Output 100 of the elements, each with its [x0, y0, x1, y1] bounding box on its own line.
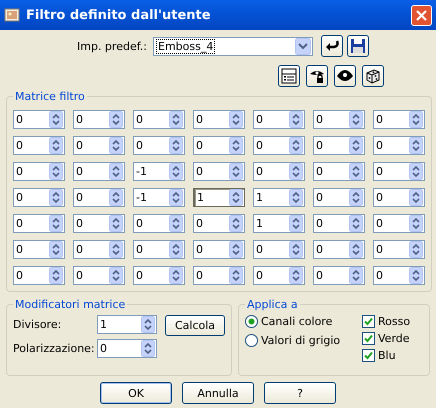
group-title: Modificatori matrice	[14, 298, 126, 311]
number-spinner[interactable]: 0	[313, 214, 365, 233]
number-spinner[interactable]: 0	[97, 339, 157, 358]
number-spinner[interactable]: 0	[373, 240, 425, 259]
number-spinner[interactable]: 0	[133, 110, 185, 129]
spin-arrows-icon	[409, 163, 423, 180]
spin-arrows-icon	[229, 241, 243, 258]
number-spinner[interactable]: 0	[373, 188, 425, 207]
close-icon	[416, 10, 427, 20]
checkbox[interactable]	[362, 332, 375, 345]
spin-arrows-icon	[349, 267, 363, 284]
number-spinner[interactable]: 0	[73, 266, 125, 285]
number-spinner[interactable]: 0	[13, 266, 65, 285]
group-title: Applica a	[246, 298, 299, 311]
lock-preview-button[interactable]	[306, 65, 328, 87]
spin-arrows-icon	[49, 137, 63, 154]
spin-arrows-icon	[169, 215, 183, 232]
spin-arrows-icon	[169, 111, 183, 128]
spin-arrows-icon	[349, 189, 363, 206]
calculate-button[interactable]: Calcola	[165, 315, 225, 336]
number-spinner[interactable]: 0	[73, 188, 125, 207]
save-button[interactable]	[347, 35, 369, 57]
number-spinner[interactable]: 0	[313, 188, 365, 207]
number-spinner[interactable]: 0	[193, 266, 245, 285]
spin-arrows-icon	[229, 267, 243, 284]
number-spinner[interactable]: 0	[373, 214, 425, 233]
number-spinner[interactable]: 0	[313, 266, 365, 285]
number-spinner[interactable]: 0	[13, 136, 65, 155]
number-spinner[interactable]: 0	[193, 136, 245, 155]
field-label: Divisore:	[13, 318, 62, 331]
number-spinner[interactable]: 0	[253, 110, 305, 129]
preset-dropdown[interactable]: Emboss_4	[153, 36, 313, 56]
number-spinner[interactable]: 0	[133, 266, 185, 285]
spin-arrows-icon	[289, 163, 303, 180]
preview-button[interactable]	[334, 65, 356, 87]
options-button[interactable]	[278, 65, 300, 87]
number-spinner[interactable]: 0	[253, 240, 305, 259]
spin-arrows-icon	[169, 137, 183, 154]
number-spinner[interactable]: 1	[253, 188, 305, 207]
spin-arrows-icon	[349, 163, 363, 180]
number-spinner[interactable]: 0	[373, 266, 425, 285]
number-spinner[interactable]: 1	[253, 214, 305, 233]
number-spinner[interactable]: -1	[133, 162, 185, 181]
spin-arrows-icon	[349, 215, 363, 232]
number-spinner[interactable]: 0	[373, 162, 425, 181]
number-spinner[interactable]: 0	[13, 110, 65, 129]
dialog-button[interactable]: OK	[100, 382, 172, 404]
spin-arrows-icon	[229, 137, 243, 154]
number-spinner[interactable]: 0	[313, 240, 365, 259]
number-spinner[interactable]: 0	[73, 110, 125, 129]
number-spinner[interactable]: 0	[13, 240, 65, 259]
spin-arrows-icon	[109, 241, 123, 258]
number-spinner[interactable]: 0	[73, 240, 125, 259]
spin-arrows-icon	[229, 189, 243, 206]
number-spinner[interactable]: 0	[193, 240, 245, 259]
radio-button[interactable]	[245, 315, 258, 328]
option-label: Blu	[378, 349, 396, 362]
number-spinner[interactable]: 0	[73, 136, 125, 155]
number-spinner[interactable]: 0	[13, 188, 65, 207]
spin-arrows-icon	[409, 215, 423, 232]
spin-arrows-icon	[141, 340, 155, 357]
dice-icon	[365, 68, 381, 84]
number-spinner[interactable]: 0	[73, 214, 125, 233]
spin-arrows-icon	[109, 267, 123, 284]
number-spinner[interactable]: 0	[253, 266, 305, 285]
spin-arrows-icon	[229, 111, 243, 128]
number-spinner[interactable]: 0	[13, 162, 65, 181]
number-spinner[interactable]: 0	[313, 110, 365, 129]
number-spinner[interactable]: 0	[133, 240, 185, 259]
number-spinner[interactable]: 1	[97, 315, 157, 334]
number-spinner[interactable]: 0	[13, 214, 65, 233]
spin-arrows-icon	[109, 215, 123, 232]
spin-arrows-icon	[289, 241, 303, 258]
radio-button[interactable]	[245, 334, 258, 347]
spin-arrows-icon	[49, 241, 63, 258]
number-spinner[interactable]: -1	[133, 188, 185, 207]
checkbox[interactable]	[362, 315, 375, 328]
number-spinner[interactable]: 0	[193, 110, 245, 129]
number-spinner[interactable]: 0	[253, 136, 305, 155]
spin-arrows-icon	[349, 241, 363, 258]
close-button[interactable]	[411, 4, 432, 26]
number-spinner[interactable]: 0	[313, 162, 365, 181]
number-spinner[interactable]: 0	[313, 136, 365, 155]
number-spinner[interactable]: 0	[133, 214, 185, 233]
number-spinner[interactable]: 0	[193, 162, 245, 181]
number-spinner[interactable]: 0	[373, 136, 425, 155]
spin-arrows-icon	[409, 111, 423, 128]
spin-arrows-icon	[109, 189, 123, 206]
number-spinner[interactable]: 0	[73, 162, 125, 181]
list-window-icon	[281, 68, 297, 84]
number-spinner[interactable]: 1	[193, 188, 245, 207]
number-spinner[interactable]: 0	[193, 214, 245, 233]
number-spinner[interactable]: 0	[253, 162, 305, 181]
dialog-button[interactable]: Annulla	[182, 382, 254, 404]
checkbox[interactable]	[362, 349, 375, 362]
number-spinner[interactable]: 0	[373, 110, 425, 129]
reset-button[interactable]	[321, 35, 343, 57]
dialog-button[interactable]: ?	[264, 382, 336, 404]
randomize-button[interactable]	[362, 65, 384, 87]
number-spinner[interactable]: 0	[133, 136, 185, 155]
